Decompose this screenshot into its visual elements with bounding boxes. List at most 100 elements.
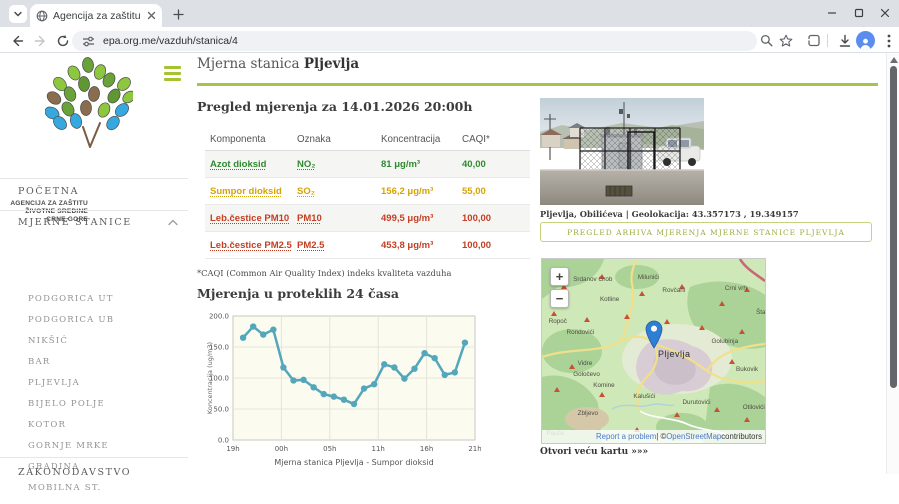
sidebar-item-podgorica-ub[interactable]: PODGORICA UB xyxy=(28,315,114,336)
svg-text:Mjerna stanica Pljevlja - Sump: Mjerna stanica Pljevlja - Sumpor dioksid xyxy=(274,458,433,467)
tab-close-icon[interactable] xyxy=(147,11,156,20)
caqi-value: 100,00 xyxy=(457,240,530,251)
component-link[interactable]: Sumpor dioksid xyxy=(205,186,292,197)
window-minimize-button[interactable] xyxy=(822,4,842,22)
sidebar-item-zakonodavstvo[interactable]: ZAKONODAVSTVO xyxy=(18,467,131,478)
sidebar-item-kotor[interactable]: KOTOR xyxy=(28,420,114,441)
reload-icon xyxy=(56,34,70,48)
svg-text:19h: 19h xyxy=(226,445,239,453)
reload-button[interactable] xyxy=(54,32,71,49)
sidebar-item-pocetna[interactable]: POČETNA xyxy=(18,186,79,197)
tab-search-button[interactable] xyxy=(9,5,27,23)
scrollbar-up-icon[interactable] xyxy=(890,57,898,63)
sidebar: AGENCIJA ZA ZAŠTITU ŽIVOTNE SREDINE CRNE… xyxy=(0,53,195,474)
concentration-value: 453,8 μg/m³ xyxy=(376,240,457,251)
map-place-label: Milunići xyxy=(638,274,659,281)
hamburger-menu-icon[interactable] xyxy=(164,66,181,84)
table-header-row: Komponenta Oznaka Koncentracija CAQI* xyxy=(205,128,530,151)
scrollbar-thumb[interactable] xyxy=(890,66,897,388)
chevron-up-icon[interactable] xyxy=(168,219,178,226)
toolbar-divider xyxy=(827,34,828,47)
svg-text:11h: 11h xyxy=(372,445,385,453)
browser-menu-button[interactable] xyxy=(880,32,897,49)
archive-button[interactable]: PREGLED ARHIVA MJERENJA MJERNE STANICE P… xyxy=(540,222,872,242)
map-place-label: Goločevo xyxy=(573,371,600,378)
map[interactable]: Srdanov GrobMilunićiRovčaniCrni vrhKotli… xyxy=(541,258,766,444)
zoom-search-button[interactable] xyxy=(758,32,775,49)
browser-tab-strip: Agencija za zaštitu životne sred xyxy=(0,0,899,27)
measurement-row: Azot dioksidNO₂81 μg/m³40,00 xyxy=(205,151,530,178)
nav-divider xyxy=(0,457,188,458)
station-name: Pljevlja xyxy=(304,56,359,72)
sidebar-item-gornje-mrke[interactable]: GORNJE MRKE xyxy=(28,441,114,462)
sidebar-item-pljevlja[interactable]: PLJEVLJA xyxy=(28,378,114,399)
measurement-row: Sumpor dioksidSO₂156,2 μg/m³55,00 xyxy=(205,178,530,205)
map-place-label: Štaj xyxy=(756,309,766,316)
component-link[interactable]: Leb.čestice PM10 xyxy=(205,213,292,224)
forward-arrow-icon xyxy=(34,34,48,48)
sidebar-item-podgorica-ut[interactable]: PODGORICA UT xyxy=(28,294,114,315)
svg-text:21h: 21h xyxy=(468,445,481,453)
window-maximize-button[interactable] xyxy=(849,4,869,22)
back-button[interactable] xyxy=(8,32,25,49)
component-code-link[interactable]: PM10 xyxy=(292,213,376,224)
window-close-button[interactable] xyxy=(875,4,895,22)
component-code-link[interactable]: PM2.5 xyxy=(292,240,376,251)
map-place-label: Ropoč xyxy=(549,318,567,325)
search-icon xyxy=(760,34,773,47)
map-zoom-in-button[interactable]: + xyxy=(550,267,569,286)
page-scrollbar[interactable] xyxy=(886,53,899,474)
new-tab-button[interactable] xyxy=(170,6,187,23)
sidebar-item-bijelo-polje[interactable]: BIJELO POLJE xyxy=(28,399,114,420)
page-title: Mjerna stanica Pljevlja xyxy=(197,56,359,72)
caqi-value: 100,00 xyxy=(457,213,530,224)
chevron-down-icon xyxy=(13,9,23,19)
browser-tab[interactable]: Agencija za zaštitu životne sred xyxy=(30,4,162,27)
kebab-menu-icon xyxy=(887,34,891,48)
col-oznaka: Oznaka xyxy=(292,134,376,145)
map-place-label: Kalušići xyxy=(633,393,655,400)
profile-avatar[interactable] xyxy=(856,31,875,50)
chart-svg: 0.050.0100.0150.0200.019h00h05h11h16h21h… xyxy=(203,304,481,474)
osm-link[interactable]: OpenStreetMap xyxy=(666,432,721,441)
map-attribution: Report a problem | © OpenStreetMap contr… xyxy=(542,430,765,443)
site-settings-icon[interactable] xyxy=(82,35,95,48)
address-bar[interactable]: epa.org.me/vazduh/stanica/4 xyxy=(72,31,757,51)
forward-button[interactable] xyxy=(32,32,49,49)
caqi-value: 55,00 xyxy=(457,186,530,197)
sidebar-item-mobilna-st-[interactable]: MOBILNA ST. xyxy=(28,483,114,504)
tab-group-button[interactable] xyxy=(805,32,822,49)
open-larger-map-link[interactable]: Otvori veću kartu »»» xyxy=(540,447,648,457)
chart-heading: Mjerenja u proteklih 24 časa xyxy=(197,286,399,301)
sidebar-item-nik-i-[interactable]: NIKŠIĆ xyxy=(28,336,114,357)
plus-icon xyxy=(173,9,184,20)
sidebar-item-bar[interactable]: BAR xyxy=(28,357,114,378)
measurements-table-body: Azot dioksidNO₂81 μg/m³40,00Sumpor dioks… xyxy=(205,151,530,259)
back-arrow-icon xyxy=(10,34,24,48)
component-link[interactable]: Azot dioksid xyxy=(205,159,292,170)
globe-favicon-icon xyxy=(36,10,48,22)
tab-group-icon xyxy=(806,33,821,48)
map-place-label: Otilovići xyxy=(743,404,765,411)
col-koncentracija: Koncentracija xyxy=(376,134,457,145)
nav-divider xyxy=(0,210,188,211)
map-place-label: Crni vrh xyxy=(725,285,747,292)
maximize-icon xyxy=(854,8,864,18)
report-problem-link[interactable]: Report a problem xyxy=(596,432,656,441)
map-zoom-out-button[interactable]: − xyxy=(550,289,569,308)
measurement-row: Leb.čestice PM2.5PM2.5453,8 μg/m³100,00 xyxy=(205,232,530,259)
star-icon xyxy=(779,34,793,48)
component-code-link[interactable]: NO₂ xyxy=(292,159,376,170)
map-place-label: Srdanov Grob xyxy=(573,276,612,283)
component-code-link[interactable]: SO₂ xyxy=(292,186,376,197)
sidebar-item-mjerne-stanice[interactable]: MJERNE STANICE xyxy=(18,217,132,228)
map-place-label: Golubinja xyxy=(711,338,738,345)
svg-text:05h: 05h xyxy=(323,445,336,453)
photo-caption: Pljevlja, Obilićeva | Geolokacija: 43.35… xyxy=(540,209,799,219)
map-place-label: Bukovik xyxy=(736,366,758,373)
component-link[interactable]: Leb.čestice PM2.5 xyxy=(205,240,292,251)
bookmark-button[interactable] xyxy=(777,32,794,49)
station-photo xyxy=(540,98,704,205)
download-button[interactable] xyxy=(836,32,853,49)
svg-text:Koncentracija (ug/m3): Koncentracija (ug/m3) xyxy=(206,342,214,414)
